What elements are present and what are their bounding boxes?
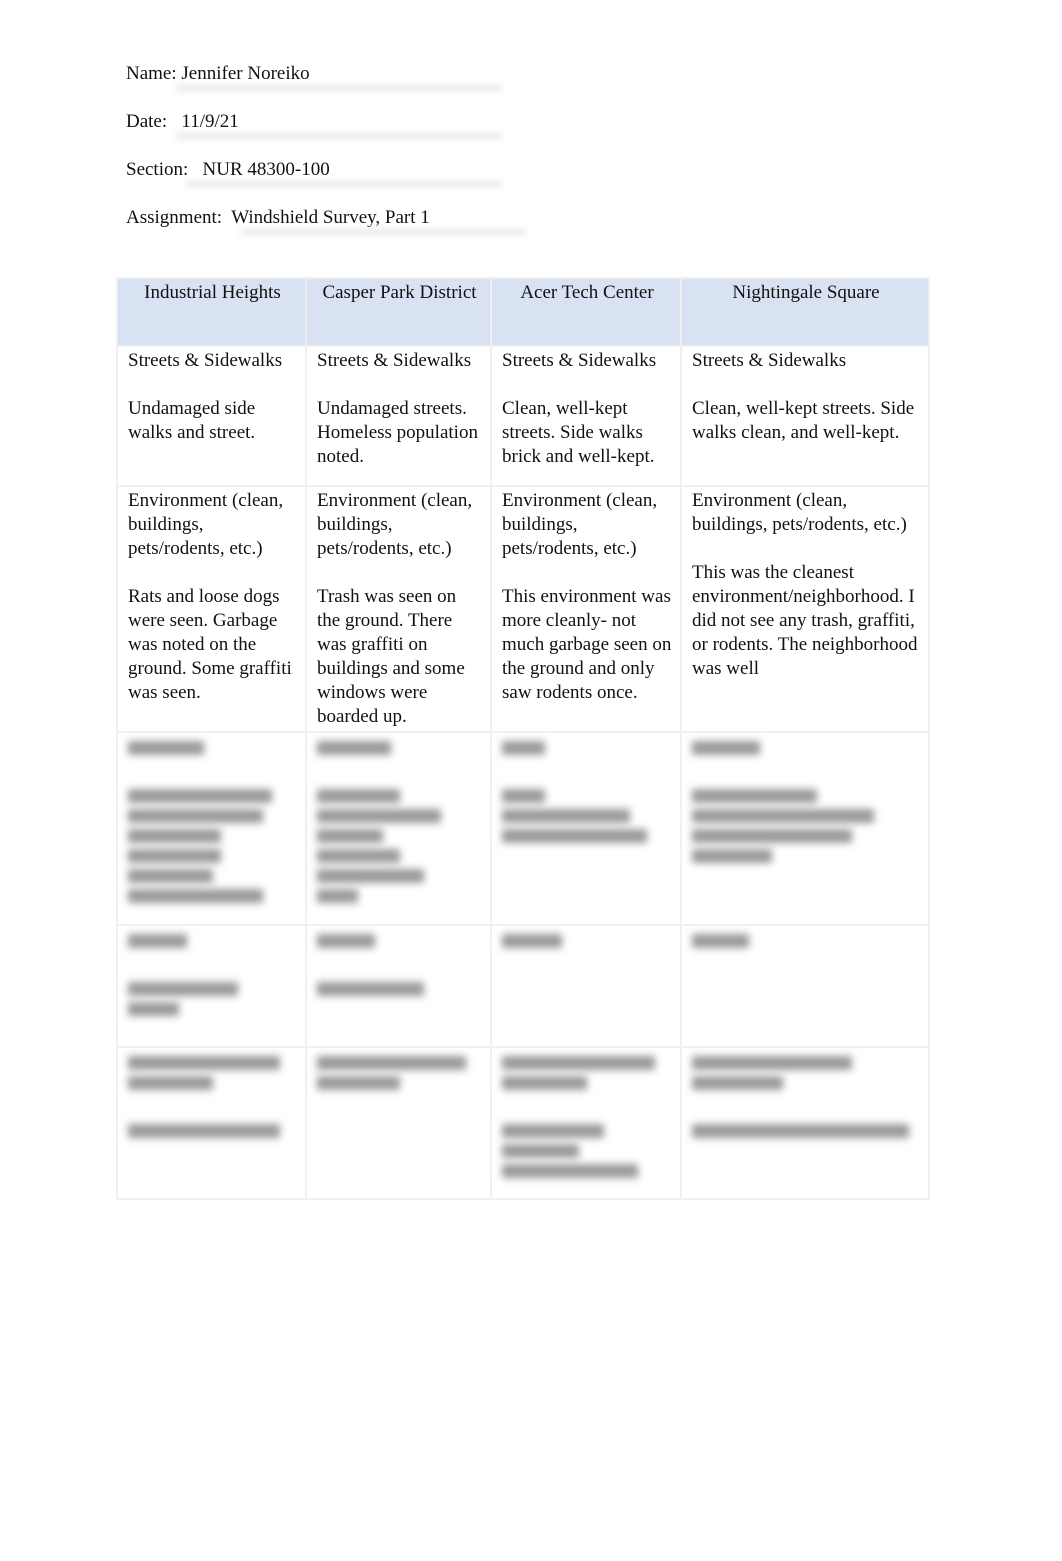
section-value: NUR 48300-100 (202, 159, 330, 180)
blurred-cell (116, 731, 307, 926)
cell-heading: Environment (clean, buildings, pets/rode… (317, 490, 473, 559)
underline (176, 132, 501, 140)
cell-text: This was the cleanest environment/neighb… (692, 562, 918, 679)
table-cell: Streets & Sidewalks Clean, well-kept stre… (490, 345, 682, 487)
cell-heading: Environment (clean, buildings, pets/rode… (502, 490, 658, 559)
blurred-row (116, 924, 930, 1048)
table-cell: Environment (clean, buildings, pets/rode… (305, 485, 492, 733)
blurred-row (116, 731, 930, 926)
cell-text: Trash was seen on the ground. There was … (317, 586, 465, 727)
assignment-label: Assignment: (126, 207, 223, 228)
blurred-cell (490, 1046, 682, 1200)
table-cell: Environment (clean, buildings, pets/rode… (116, 485, 307, 733)
name-field: Name: Jennifer Noreiko (126, 62, 501, 92)
cell-heading: Streets & Sidewalks (692, 350, 847, 371)
table-cell: Environment (clean, buildings, pets/rode… (680, 485, 930, 733)
underline (176, 84, 501, 92)
table-cell: Streets & Sidewalks Undamaged streets. Ho… (305, 345, 492, 487)
header-row: Industrial Heights Casper Park District … (116, 277, 930, 347)
assignment-value: Windshield Survey, Part 1 (231, 207, 430, 228)
underline (241, 228, 526, 236)
blurred-cell (305, 731, 492, 926)
blurred-cell (490, 924, 682, 1048)
date-value: 11/9/21 (181, 111, 239, 132)
blurred-cell (680, 731, 930, 926)
blurred-cell (116, 1046, 307, 1200)
underline (186, 180, 501, 188)
column-header: Industrial Heights (116, 277, 307, 347)
cell-heading: Streets & Sidewalks (502, 350, 657, 371)
name-label: Name: (126, 63, 177, 84)
survey-table: Industrial Heights Casper Park District … (116, 277, 930, 1200)
cell-heading: Streets & Sidewalks (317, 350, 472, 371)
blurred-cell (305, 1046, 492, 1200)
blurred-cell (116, 924, 307, 1048)
name-value: Jennifer Noreiko (181, 63, 310, 84)
column-header: Nightingale Square (680, 277, 930, 347)
cell-heading: Streets & Sidewalks (128, 350, 283, 371)
cell-text: Undamaged side walks and street. (128, 398, 256, 443)
blurred-cell (680, 1046, 930, 1200)
cell-heading: Environment (clean, buildings, pets/rode… (692, 490, 907, 535)
date-label: Date: (126, 111, 168, 132)
table-cell: Streets & Sidewalks Clean, well-kept stre… (680, 345, 930, 487)
cell-text: This environment was more cleanly- not m… (502, 586, 672, 703)
section-field: Section: NUR 48300-100 (126, 158, 501, 188)
cell-text: Clean, well-kept streets. Side walks bri… (502, 398, 655, 467)
document-page: Name: Jennifer Noreiko Date: 11/9/21 Sec… (0, 0, 1062, 1561)
column-header: Acer Tech Center (490, 277, 682, 347)
blurred-row (116, 1046, 930, 1200)
table-row: Environment (clean, buildings, pets/rode… (116, 485, 930, 733)
table-cell: Streets & Sidewalks Undamaged side walks … (116, 345, 307, 487)
cell-text: Undamaged streets. Homeless population n… (317, 398, 478, 467)
section-label: Section: (126, 159, 189, 180)
table-row: Streets & Sidewalks Undamaged side walks … (116, 345, 930, 487)
column-header: Casper Park District (305, 277, 492, 347)
blurred-cell (680, 924, 930, 1048)
assignment-field: Assignment: Windshield Survey, Part 1 (126, 206, 526, 236)
date-field: Date: 11/9/21 (126, 110, 501, 140)
blurred-cell (490, 731, 682, 926)
cell-heading: Environment (clean, buildings, pets/rode… (128, 490, 284, 559)
cell-text: Clean, well-kept streets. Side walks cle… (692, 398, 915, 443)
blurred-cell (305, 924, 492, 1048)
table-cell: Environment (clean, buildings, pets/rode… (490, 485, 682, 733)
cell-text: Rats and loose dogs were seen. Garbage w… (128, 586, 292, 703)
